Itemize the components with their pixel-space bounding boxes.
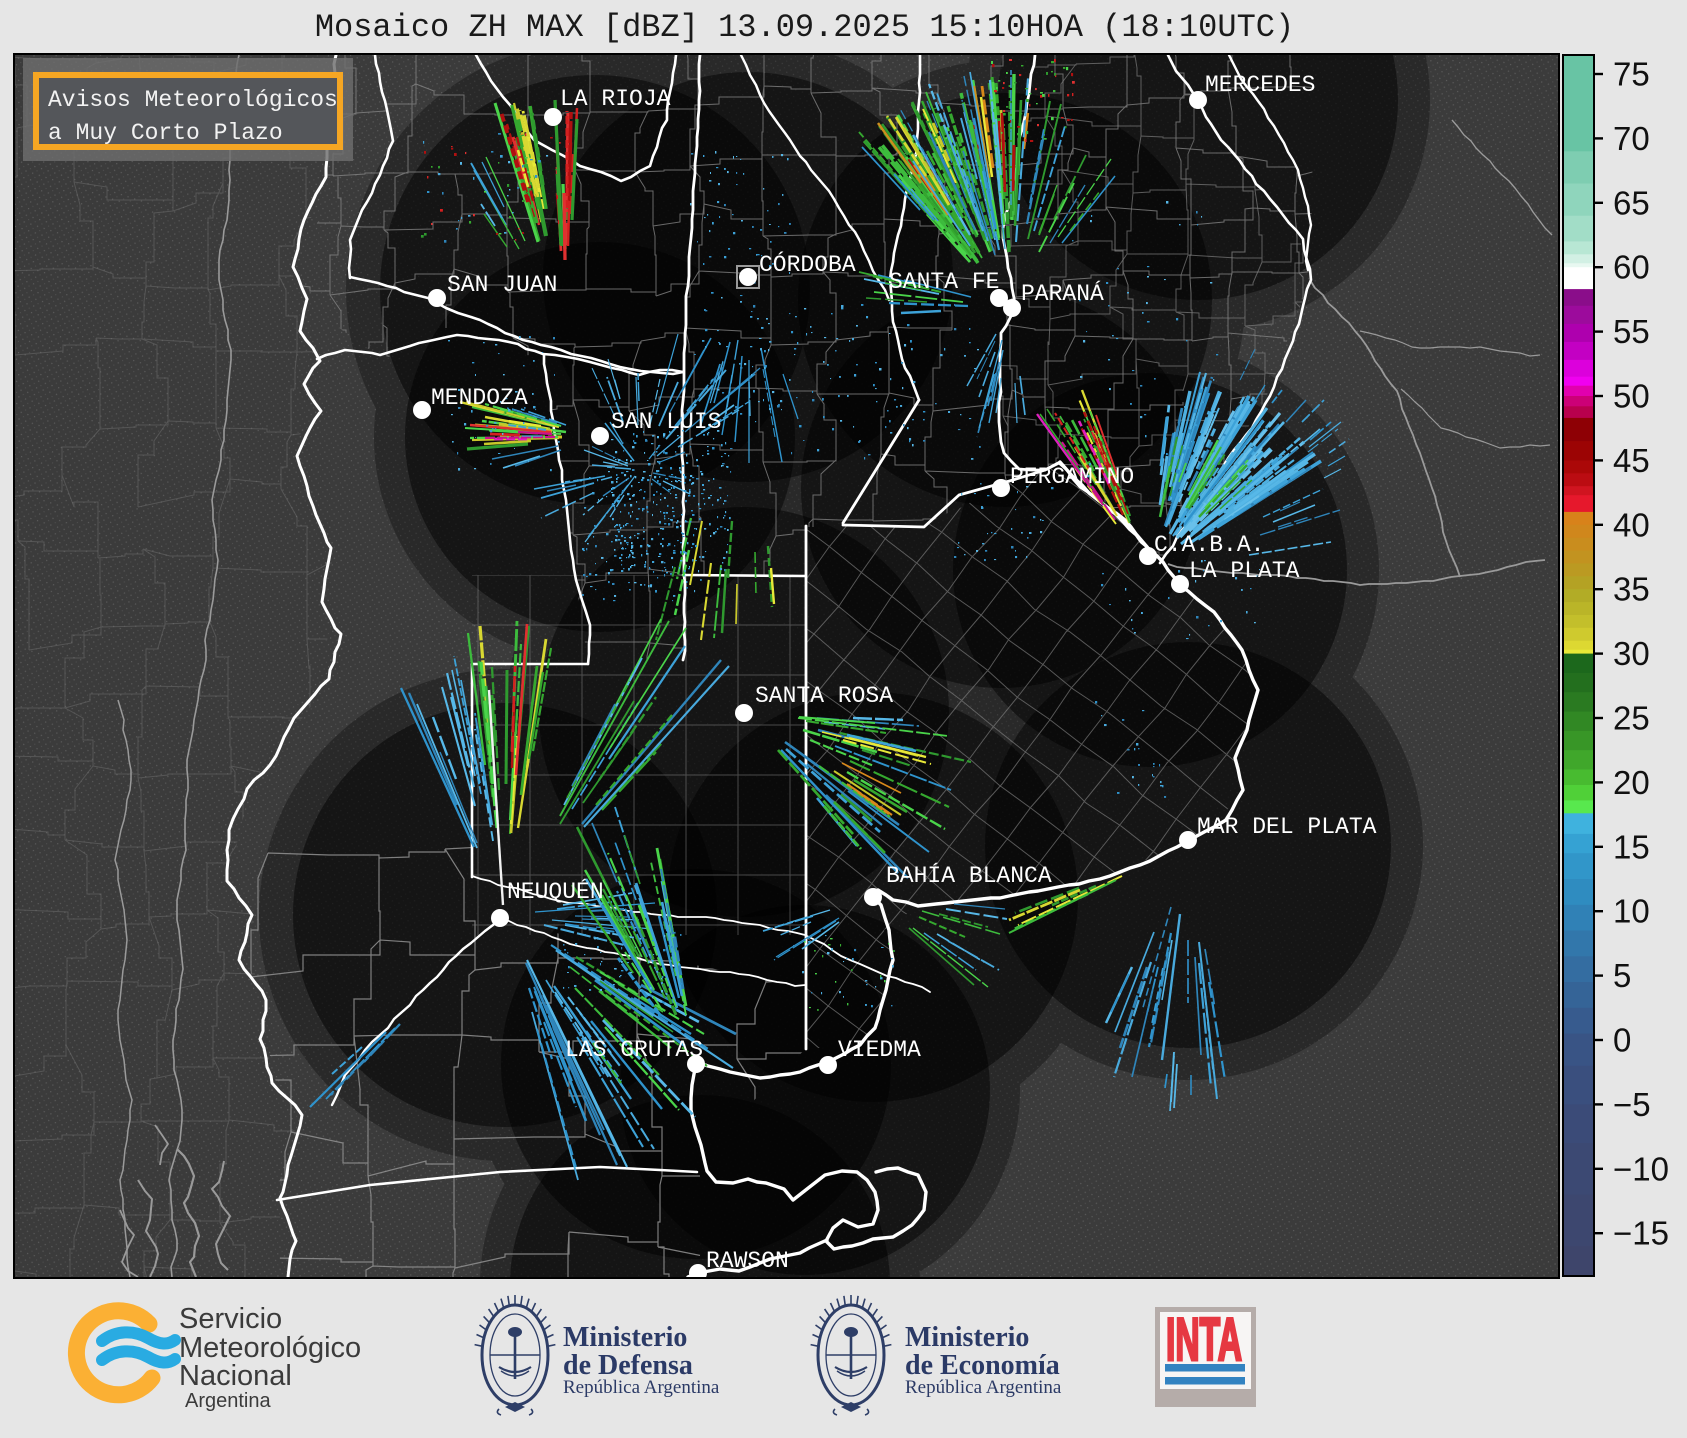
svg-text:50: 50 [1613, 378, 1650, 415]
svg-text:a Muy Corto Plazo: a Muy Corto Plazo [48, 120, 283, 146]
svg-text:70: 70 [1613, 120, 1650, 157]
svg-text:SANTA ROSA: SANTA ROSA [755, 683, 893, 709]
svg-text:SANTA FE: SANTA FE [889, 269, 999, 295]
svg-text:30: 30 [1613, 635, 1650, 672]
svg-text:Servicio: Servicio [179, 1303, 282, 1335]
svg-text:−5: −5 [1613, 1086, 1651, 1123]
svg-text:NEUQUÉN: NEUQUÉN [507, 878, 604, 905]
svg-text:Avisos Meteorológicos: Avisos Meteorológicos [48, 87, 338, 113]
svg-text:Ministerio: Ministerio [563, 1322, 687, 1353]
svg-text:Meteorológico: Meteorológico [179, 1332, 361, 1364]
svg-text:55: 55 [1613, 313, 1650, 350]
svg-text:RAWSON: RAWSON [706, 1248, 789, 1274]
svg-text:INTA: INTA [1166, 1306, 1242, 1373]
svg-text:SAN LUIS: SAN LUIS [611, 409, 721, 435]
svg-text:de Economía: de Economía [905, 1350, 1060, 1381]
svg-text:75: 75 [1613, 56, 1650, 93]
svg-text:MERCEDES: MERCEDES [1205, 72, 1315, 98]
svg-text:65: 65 [1613, 184, 1650, 221]
svg-text:República Argentina: República Argentina [905, 1377, 1062, 1398]
svg-text:5: 5 [1613, 957, 1631, 994]
svg-text:20: 20 [1613, 764, 1650, 801]
svg-text:0: 0 [1613, 1022, 1631, 1059]
svg-text:35: 35 [1613, 571, 1650, 608]
svg-text:PERGAMINO: PERGAMINO [1010, 464, 1134, 490]
svg-text:45: 45 [1613, 442, 1650, 479]
svg-text:MAR DEL PLATA: MAR DEL PLATA [1197, 814, 1377, 840]
svg-text:LA PLATA: LA PLATA [1189, 558, 1300, 584]
svg-text:BAHÍA BLANCA: BAHÍA BLANCA [886, 862, 1052, 889]
svg-text:VIEDMA: VIEDMA [838, 1037, 921, 1063]
svg-text:LA RIOJA: LA RIOJA [560, 86, 671, 112]
svg-text:LAS GRUTAS: LAS GRUTAS [565, 1037, 703, 1063]
svg-text:PARANÁ: PARANÁ [1021, 280, 1104, 307]
svg-text:C.A.B.A.: C.A.B.A. [1154, 532, 1264, 558]
svg-text:República Argentina: República Argentina [563, 1377, 720, 1398]
svg-text:CÓRDOBA: CÓRDOBA [759, 250, 856, 278]
svg-text:40: 40 [1613, 506, 1650, 543]
svg-text:−15: −15 [1613, 1215, 1669, 1252]
svg-text:SAN JUAN: SAN JUAN [447, 272, 557, 298]
svg-text:25: 25 [1613, 700, 1650, 737]
svg-text:Ministerio: Ministerio [905, 1322, 1029, 1353]
svg-text:Nacional: Nacional [179, 1360, 292, 1392]
svg-text:−10: −10 [1613, 1150, 1669, 1187]
svg-text:15: 15 [1613, 828, 1650, 865]
svg-text:de Defensa: de Defensa [563, 1350, 693, 1381]
svg-text:60: 60 [1613, 249, 1650, 286]
svg-text:10: 10 [1613, 893, 1650, 930]
svg-text:MENDOZA: MENDOZA [431, 385, 528, 411]
svg-text:Argentina: Argentina [185, 1390, 271, 1412]
